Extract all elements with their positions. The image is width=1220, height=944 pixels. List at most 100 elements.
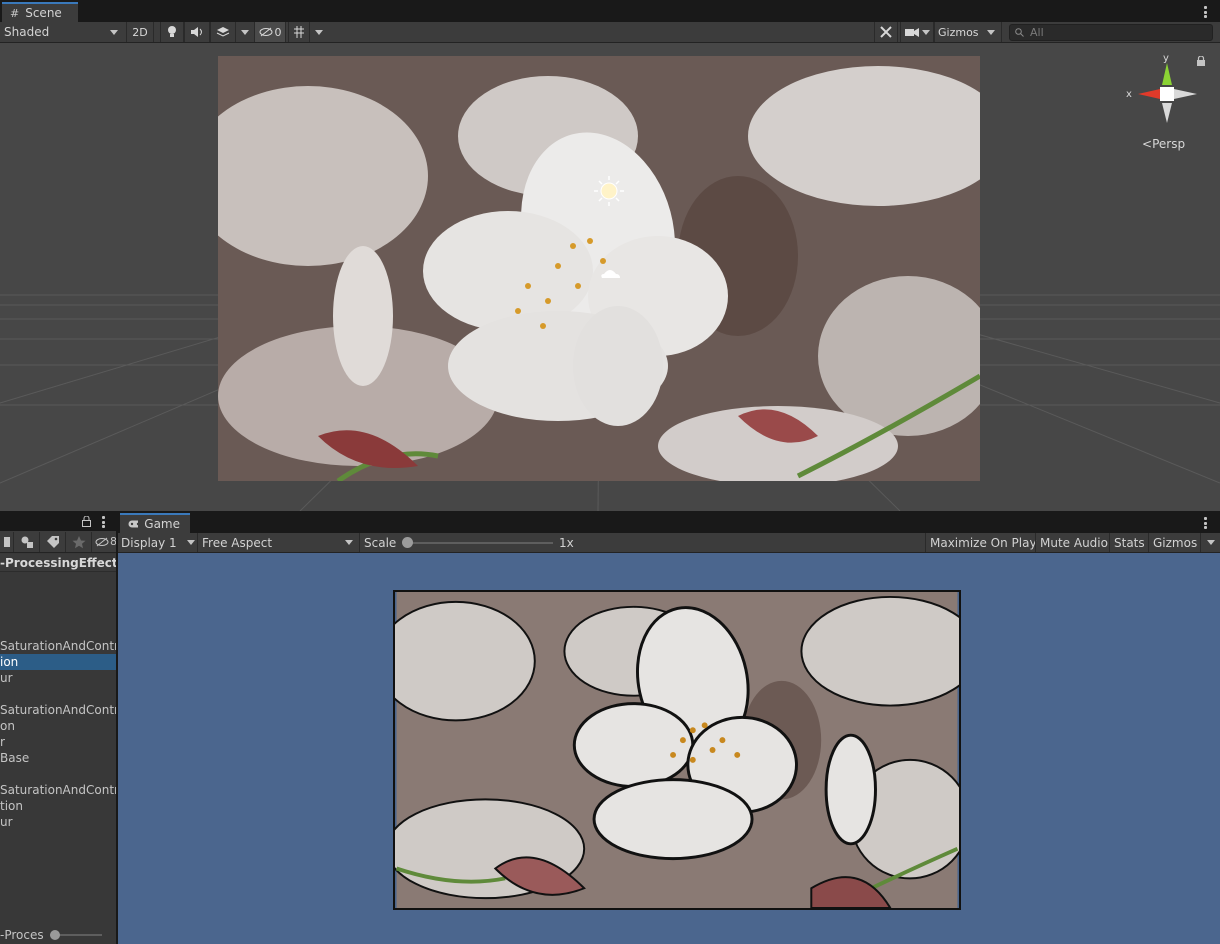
hierarchy-zoom-slider[interactable] bbox=[49, 930, 102, 940]
chevron-down-icon bbox=[345, 540, 353, 545]
hierarchy-item[interactable]: SaturationAndContras bbox=[0, 638, 116, 654]
hierarchy-root-label: -ProcessingEffects bbox=[0, 556, 117, 570]
shading-mode-label: Shaded bbox=[4, 25, 50, 39]
hierarchy-item[interactable]: ur bbox=[0, 814, 116, 830]
hierarchy-item[interactable]: ur bbox=[0, 670, 116, 686]
stats-label: Stats bbox=[1114, 535, 1145, 550]
scale-slider-thumb[interactable] bbox=[402, 537, 413, 548]
scene-tabbar: # Scene bbox=[0, 0, 1220, 22]
gizmo-neg-x-axis[interactable] bbox=[1174, 89, 1197, 99]
hierarchy-visibility-toggle[interactable]: 8 bbox=[92, 535, 117, 548]
hierarchy-item[interactable]: SaturationAndContras bbox=[0, 782, 116, 798]
display-label: Display 1 bbox=[121, 535, 177, 550]
hierarchy-item[interactable] bbox=[0, 686, 116, 702]
chevron-down-icon bbox=[986, 29, 995, 35]
toggle-2d-label: 2D bbox=[132, 25, 148, 39]
perspective-label: Persp bbox=[1152, 137, 1186, 151]
scale-value-text: 1x bbox=[559, 535, 574, 550]
game-render-image bbox=[393, 590, 961, 910]
scene-menu-icon[interactable] bbox=[1201, 5, 1209, 19]
hierarchy-favorites[interactable] bbox=[66, 531, 92, 552]
hierarchy-list: SaturationAndContras ion ur SaturationAn… bbox=[0, 638, 116, 830]
effects-dropdown[interactable] bbox=[238, 22, 252, 42]
scene-viewport[interactable]: y x <Persp bbox=[0, 43, 1220, 511]
grid-toggle[interactable] bbox=[288, 22, 310, 42]
hierarchy-filter-label[interactable] bbox=[40, 531, 66, 552]
chevron-down-icon bbox=[110, 29, 118, 35]
hierarchy-footer-label: -Proces bbox=[0, 928, 44, 942]
lock-icon[interactable] bbox=[1196, 56, 1206, 66]
perspective-toggle[interactable]: <Persp bbox=[1142, 137, 1185, 151]
scene-quad-image[interactable] bbox=[218, 56, 980, 481]
scene-hidden-count: 0 bbox=[274, 25, 282, 39]
audio-toggle[interactable] bbox=[184, 22, 210, 42]
stats-toggle[interactable]: Stats bbox=[1109, 533, 1149, 552]
hierarchy-panel: 8 -ProcessingEffects SaturationAndContra… bbox=[0, 513, 117, 944]
scene-visibility-toggle[interactable]: 0 bbox=[254, 22, 286, 42]
grid-dropdown[interactable] bbox=[312, 22, 326, 42]
tab-game-label: Game bbox=[144, 517, 180, 531]
tab-game[interactable]: Game bbox=[120, 513, 190, 533]
display-dropdown[interactable]: Display 1 bbox=[121, 533, 197, 552]
hierarchy-item[interactable]: on bbox=[0, 718, 116, 734]
hierarchy-root-item[interactable]: -ProcessingEffects bbox=[0, 554, 117, 572]
eye-hidden-icon bbox=[95, 537, 109, 546]
hierarchy-item[interactable]: r bbox=[0, 734, 116, 750]
lock-icon[interactable] bbox=[82, 516, 91, 527]
hierarchy-tabbar bbox=[0, 513, 116, 531]
layers-icon bbox=[216, 27, 230, 37]
scene-icon bbox=[3, 536, 10, 547]
game-gizmos-label: Gizmos bbox=[1153, 535, 1198, 550]
hierarchy-item-label: tion bbox=[0, 799, 23, 813]
tab-scene[interactable]: # Scene bbox=[2, 2, 78, 22]
chevron-down-icon bbox=[921, 29, 930, 35]
chevron-down-icon bbox=[1206, 540, 1215, 545]
hierarchy-footer: -Proces bbox=[0, 926, 116, 944]
camera-settings-button[interactable] bbox=[900, 22, 934, 42]
eye-hidden-icon bbox=[259, 27, 272, 37]
game-viewport[interactable] bbox=[118, 553, 1220, 944]
tag-icon bbox=[46, 535, 59, 548]
hierarchy-item-label: SaturationAndContras bbox=[0, 639, 116, 653]
lighting-toggle[interactable] bbox=[160, 22, 184, 42]
mute-audio-toggle[interactable]: Mute Audio bbox=[1035, 533, 1112, 552]
scene-gizmos-dropdown[interactable]: Gizmos bbox=[934, 22, 1002, 42]
toggle-2d-button[interactable]: 2D bbox=[126, 22, 154, 42]
mute-audio-label: Mute Audio bbox=[1040, 535, 1108, 550]
tools-button[interactable] bbox=[874, 22, 898, 42]
hierarchy-menu-icon[interactable] bbox=[99, 515, 107, 529]
scale-slider-track[interactable] bbox=[408, 542, 553, 544]
hierarchy-filter-type[interactable] bbox=[14, 531, 40, 552]
search-icon bbox=[1015, 28, 1024, 37]
hierarchy-item[interactable] bbox=[0, 766, 116, 782]
game-toolbar: Display 1 Free Aspect Scale 1x Maximize … bbox=[118, 533, 1220, 553]
slider-thumb[interactable] bbox=[49, 930, 60, 940]
gizmo-neg-y-axis[interactable] bbox=[1162, 103, 1172, 123]
hierarchy-item[interactable]: SaturationAndContrast bbox=[0, 702, 116, 718]
hierarchy-item[interactable]: Base bbox=[0, 750, 116, 766]
scene-search-placeholder: All bbox=[1030, 26, 1044, 39]
grid-snap-icon bbox=[294, 26, 304, 38]
aspect-label: Free Aspect bbox=[202, 535, 273, 550]
game-menu-icon[interactable] bbox=[1201, 516, 1209, 530]
gamepad-icon bbox=[128, 520, 139, 528]
gizmo-center[interactable] bbox=[1160, 87, 1174, 101]
gizmo-x-axis[interactable] bbox=[1138, 89, 1160, 99]
hierarchy-item-selected[interactable]: ion bbox=[0, 654, 116, 670]
scale-label-text: Scale bbox=[364, 535, 397, 550]
hierarchy-item[interactable]: tion bbox=[0, 798, 116, 814]
hierarchy-scene-toggle[interactable] bbox=[0, 531, 14, 552]
shading-mode-dropdown[interactable]: Shaded bbox=[4, 22, 120, 42]
scene-search-input[interactable]: All bbox=[1009, 24, 1213, 41]
hierarchy-item-label: ur bbox=[0, 671, 13, 685]
gizmo-y-axis[interactable] bbox=[1162, 63, 1172, 85]
effects-toggle[interactable] bbox=[210, 22, 236, 42]
maximize-on-play-label: Maximize On Play bbox=[930, 535, 1037, 550]
maximize-on-play-toggle[interactable]: Maximize On Play bbox=[925, 533, 1041, 552]
game-gizmos-dropdown[interactable] bbox=[1200, 533, 1220, 552]
star-icon bbox=[72, 535, 85, 548]
aspect-dropdown[interactable]: Free Aspect bbox=[197, 533, 357, 552]
hierarchy-hidden-count: 8 bbox=[110, 535, 117, 548]
game-gizmos-toggle[interactable]: Gizmos bbox=[1148, 533, 1201, 552]
grid-icon: # bbox=[10, 6, 20, 20]
